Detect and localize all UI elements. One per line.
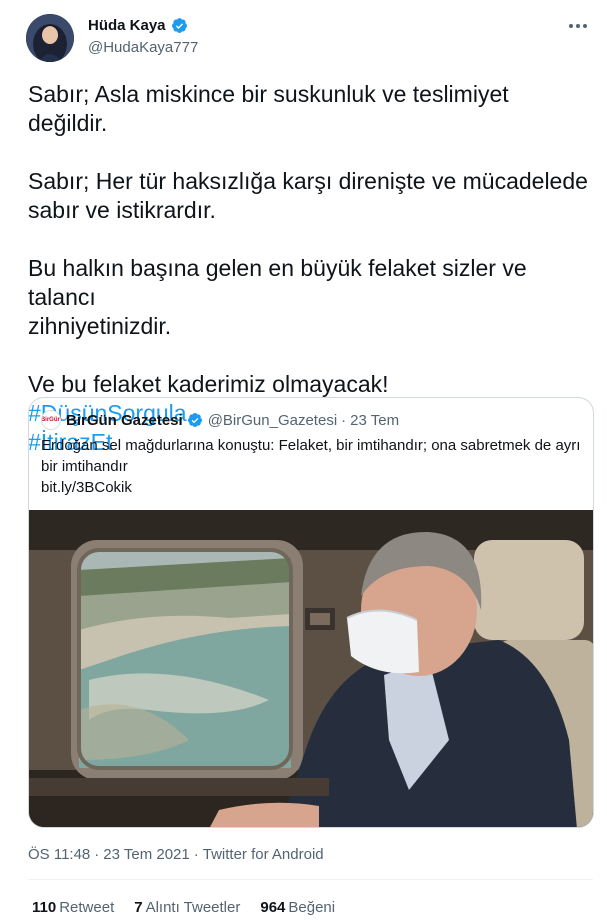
separator-dot: · <box>341 411 347 429</box>
retweets-count: 110 <box>32 899 57 916</box>
quoted-tweet-date: 23 Tem <box>350 411 400 429</box>
verified-badge-icon <box>187 413 202 427</box>
more-dot-icon <box>569 24 573 28</box>
separator-dot: · <box>94 846 100 863</box>
author-name-row[interactable]: Hüda Kaya <box>88 17 188 34</box>
retweets-stat[interactable]: 110 Retweet <box>32 899 114 916</box>
separator-dot: · <box>193 846 199 863</box>
likes-stat[interactable]: 964 Beğeni <box>260 899 335 916</box>
verified-badge-icon <box>171 18 187 33</box>
tweet-paragraph: Bu halkın başına gelen en büyük felaket … <box>28 255 527 339</box>
likes-label: Beğeni <box>288 899 336 916</box>
quoted-tweet-text: Erdoğan sel mağdurlarına konuştu: Felake… <box>41 435 581 498</box>
quote-tweets-label: Alıntı Tweetler <box>145 899 241 916</box>
quoted-tweet-link[interactable]: bit.ly/3BCokik <box>41 477 581 498</box>
quoted-tweet-body: Erdoğan sel mağdurlarına konuştu: Felake… <box>41 437 581 475</box>
tweet-date[interactable]: 23 Tem 2021 <box>103 846 189 863</box>
tweet-time[interactable]: ÖS 11:48 <box>28 846 90 863</box>
tweet-meta: ÖS 11:48 · 23 Tem 2021 · Twitter for And… <box>28 846 324 863</box>
more-dot-icon <box>583 24 587 28</box>
quoted-tweet-card[interactable]: BirGün BirGün Gazetesi @BirGun_Gazetesi … <box>28 397 594 828</box>
quote-tweets-stat[interactable]: 7 Alıntı Tweetler <box>134 899 240 916</box>
tweet-paragraph: Sabır; Her tür haksızlığa karşı direnişt… <box>28 168 588 223</box>
profile-photo-icon <box>26 14 74 62</box>
quoted-author-handle: @BirGun_Gazetesi <box>207 411 338 429</box>
quoted-tweet-photo[interactable] <box>29 510 594 828</box>
quoted-tweet-header: BirGün BirGün Gazetesi @BirGun_Gazetesi … <box>41 410 399 430</box>
retweets-label: Retweet <box>59 899 115 916</box>
author-name[interactable]: Hüda Kaya <box>88 17 166 34</box>
author-handle[interactable]: @HudaKaya777 <box>88 39 198 56</box>
tweet-paragraph: Sabır; Asla miskince bir suskunluk ve te… <box>28 81 509 136</box>
tweet-stats: 110 Retweet 7 Alıntı Tweetler 964 Beğeni <box>32 899 335 916</box>
quote-tweets-count: 7 <box>134 899 143 916</box>
more-dot-icon <box>576 24 580 28</box>
tweet-source[interactable]: Twitter for Android <box>203 846 324 863</box>
tweet-paragraph: Ve bu felaket kaderimiz olmayacak! <box>28 371 389 397</box>
author-avatar[interactable] <box>26 14 74 62</box>
divider <box>28 879 593 880</box>
quoted-author-name: BirGün Gazetesi <box>66 411 183 429</box>
more-options-button[interactable] <box>563 14 593 38</box>
likes-count: 964 <box>260 899 286 916</box>
quoted-author-avatar: BirGün <box>41 410 61 430</box>
